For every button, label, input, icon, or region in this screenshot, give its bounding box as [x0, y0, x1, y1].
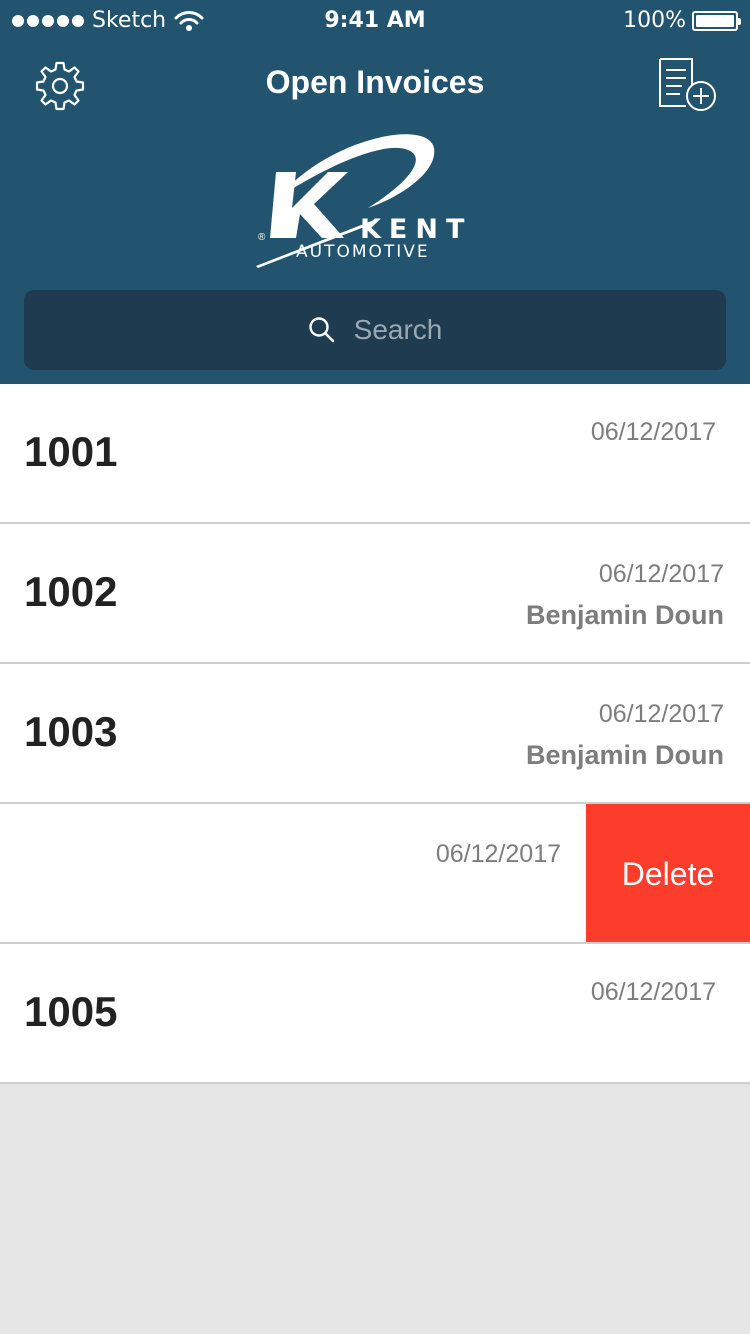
- invoice-row[interactable]: 1005 06/12/2017: [0, 944, 750, 1084]
- page-title: Open Invoices: [265, 64, 485, 100]
- invoice-row-swiped[interactable]: 06/12/2017 Delete: [0, 804, 750, 944]
- invoice-number: 1005: [24, 988, 118, 1035]
- kent-automotive-logo: ® KENT AUTOMOTIVE: [248, 128, 508, 270]
- invoice-number: 1003: [24, 708, 118, 755]
- logo-sub-text: AUTOMOTIVE: [296, 242, 430, 262]
- invoice-row[interactable]: 1003 06/12/2017 Benjamin Doun: [0, 664, 750, 804]
- invoice-date: 06/12/2017: [590, 978, 716, 1006]
- invoice-date: 06/12/2017: [590, 418, 716, 446]
- document-add-icon: [659, 58, 716, 111]
- invoice-row[interactable]: 1001 06/12/2017: [0, 384, 750, 524]
- logo-brand-text: KENT: [360, 214, 473, 245]
- invoice-number: 1001: [24, 428, 118, 475]
- search-icon: [308, 317, 334, 343]
- invoice-list: 1001 06/12/2017 1002 06/12/2017 Benjamin…: [0, 384, 750, 1084]
- invoice-date: 06/12/2017: [435, 840, 561, 868]
- app-header: Sketch 9:41 AM 100% Open Invoices ® KENT…: [0, 0, 750, 384]
- new-invoice-button[interactable]: [656, 56, 720, 114]
- search-input[interactable]: Search: [24, 290, 726, 370]
- invoice-number: 1002: [24, 568, 118, 615]
- battery-percentage: 100%: [623, 8, 686, 33]
- battery-icon: [692, 10, 741, 31]
- invoice-date: 06/12/2017: [598, 700, 724, 728]
- invoice-customer: Benjamin Doun: [525, 740, 724, 770]
- invoice-row[interactable]: 1002 06/12/2017 Benjamin Doun: [0, 524, 750, 664]
- status-bar: Sketch 9:41 AM 100%: [0, 0, 750, 40]
- logo-registered-mark: ®: [258, 232, 266, 243]
- invoice-date: 06/12/2017: [598, 560, 724, 588]
- invoice-customer: Benjamin Doun: [525, 600, 724, 630]
- delete-button[interactable]: Delete: [586, 804, 750, 942]
- status-right: 100%: [623, 8, 741, 33]
- search-placeholder: Search: [353, 314, 443, 345]
